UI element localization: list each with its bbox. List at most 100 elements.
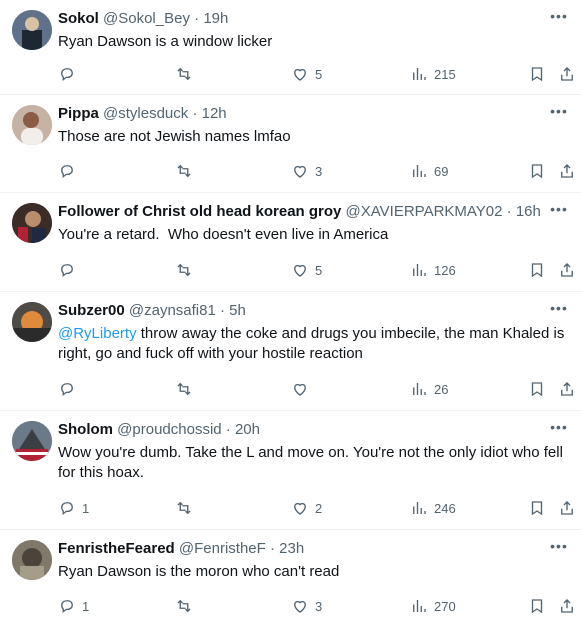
like-count: 5 (315, 66, 323, 82)
heart-icon (294, 383, 306, 396)
view-count: 69 (434, 163, 449, 179)
tweet-actions: 1 2 246 (58, 498, 581, 518)
share-button[interactable] (558, 498, 576, 518)
views-button[interactable]: 246 (410, 498, 456, 518)
more-options-icon[interactable]: ••• (549, 300, 569, 320)
bookmark-button[interactable] (528, 596, 546, 616)
tweet[interactable]: Sokol @Sokol_Bey · 19h ••• Ryan Dawson i… (0, 0, 581, 95)
like-button[interactable]: 2 (291, 498, 322, 518)
tweet-actions: 26 (58, 379, 581, 399)
tweet[interactable]: Follower of Christ old head korean groy … (0, 193, 581, 292)
user-handle[interactable]: @proudchossid (117, 421, 221, 438)
timestamp[interactable]: 20h (235, 421, 260, 438)
analytics-icon (413, 600, 426, 612)
views-button[interactable]: 69 (410, 161, 448, 181)
user-handle[interactable]: @FenristheF (179, 540, 266, 557)
avatar[interactable] (12, 10, 52, 50)
tweet[interactable]: Sholom @proudchossid · 20h ••• Wow you'r… (0, 411, 581, 530)
reply-icon (61, 502, 73, 515)
reply-button[interactable] (58, 260, 82, 280)
tweet-header: FenristheFeared @FenristheF · 23h (58, 540, 541, 558)
reply-button[interactable]: 1 (58, 498, 89, 518)
tweet[interactable]: Pippa @stylesduck · 12h ••• Those are no… (0, 95, 581, 193)
like-button[interactable] (291, 379, 315, 399)
timestamp[interactable]: 16h (516, 203, 541, 220)
more-options-icon[interactable]: ••• (549, 201, 569, 221)
display-name[interactable]: Pippa (58, 105, 99, 122)
avatar[interactable] (12, 203, 52, 243)
repost-icon (177, 164, 191, 178)
share-button[interactable] (558, 596, 576, 616)
reply-button[interactable] (58, 379, 82, 399)
display-name[interactable]: Sholom (58, 421, 113, 438)
timestamp[interactable]: 23h (279, 540, 304, 557)
share-button[interactable] (558, 379, 576, 399)
repost-button[interactable] (175, 161, 193, 181)
separator-dot: · (269, 540, 275, 557)
tweet-actions: 5 126 (58, 260, 581, 280)
view-count: 126 (434, 262, 456, 278)
more-options-icon[interactable]: ••• (549, 8, 569, 28)
more-options-icon[interactable]: ••• (549, 538, 569, 558)
view-count: 270 (434, 598, 456, 614)
like-button[interactable]: 3 (291, 161, 322, 181)
mention-link[interactable]: @RyLiberty (58, 325, 137, 342)
bookmark-button[interactable] (528, 64, 546, 84)
views-button[interactable]: 26 (410, 379, 448, 399)
bookmark-button[interactable] (528, 498, 546, 518)
view-count: 26 (434, 381, 449, 397)
timestamp[interactable]: 19h (203, 10, 228, 27)
tweet-text: Ryan Dawson is a window licker (58, 33, 273, 50)
tweet[interactable]: FenristheFeared @FenristheF · 23h ••• Ry… (0, 530, 581, 622)
reply-icon (61, 264, 73, 277)
like-button[interactable]: 3 (291, 596, 322, 616)
display-name[interactable]: Follower of Christ old head korean groy (58, 203, 341, 220)
repost-button[interactable] (175, 498, 193, 518)
tweet-text: You're a retard. Who doesn't even live i… (58, 226, 389, 243)
avatar[interactable] (12, 540, 52, 580)
tweet[interactable]: Subzer00 @zaynsafi81 · 5h ••• @RyLiberty… (0, 292, 581, 411)
display-name[interactable]: Subzer00 (58, 302, 125, 319)
user-handle[interactable]: @stylesduck (103, 105, 188, 122)
tweet-actions: 3 69 (58, 161, 581, 181)
repost-button[interactable] (175, 379, 193, 399)
avatar[interactable] (12, 302, 52, 342)
repost-button[interactable] (175, 596, 193, 616)
user-handle[interactable]: @Sokol_Bey (103, 10, 190, 27)
views-button[interactable]: 270 (410, 596, 456, 616)
bookmark-button[interactable] (528, 260, 546, 280)
timestamp[interactable]: 5h (229, 302, 246, 319)
user-handle[interactable]: @zaynsafi81 (129, 302, 216, 319)
views-button[interactable]: 215 (410, 64, 456, 84)
tweet-text: Ryan Dawson is the moron who can't read (58, 563, 340, 580)
display-name[interactable]: FenristheFeared (58, 540, 175, 557)
reply-count: 1 (82, 598, 90, 614)
separator-dot: · (194, 10, 200, 27)
more-options-icon[interactable]: ••• (549, 103, 569, 123)
bookmark-button[interactable] (528, 379, 546, 399)
tweet-header: Pippa @stylesduck · 12h (58, 105, 541, 123)
reply-button[interactable] (58, 161, 82, 181)
repost-button[interactable] (175, 64, 193, 84)
reply-count: 1 (82, 500, 90, 516)
like-button[interactable]: 5 (291, 260, 322, 280)
timestamp[interactable]: 12h (202, 105, 227, 122)
bookmark-button[interactable] (528, 161, 546, 181)
share-icon (561, 599, 573, 613)
more-options-icon[interactable]: ••• (549, 419, 569, 439)
repost-icon (177, 382, 191, 396)
reply-button[interactable]: 1 (58, 596, 89, 616)
views-button[interactable]: 126 (410, 260, 456, 280)
share-button[interactable] (558, 64, 576, 84)
avatar[interactable] (12, 105, 52, 145)
like-button[interactable]: 5 (291, 64, 322, 84)
share-button[interactable] (558, 260, 576, 280)
user-handle[interactable]: @XAVIERPARKMAY02 (346, 203, 503, 220)
share-button[interactable] (558, 161, 576, 181)
view-count: 215 (434, 66, 456, 82)
reply-icon (61, 600, 73, 613)
avatar[interactable] (12, 421, 52, 461)
reply-button[interactable] (58, 64, 82, 84)
display-name[interactable]: Sokol (58, 10, 99, 27)
repost-button[interactable] (175, 260, 193, 280)
